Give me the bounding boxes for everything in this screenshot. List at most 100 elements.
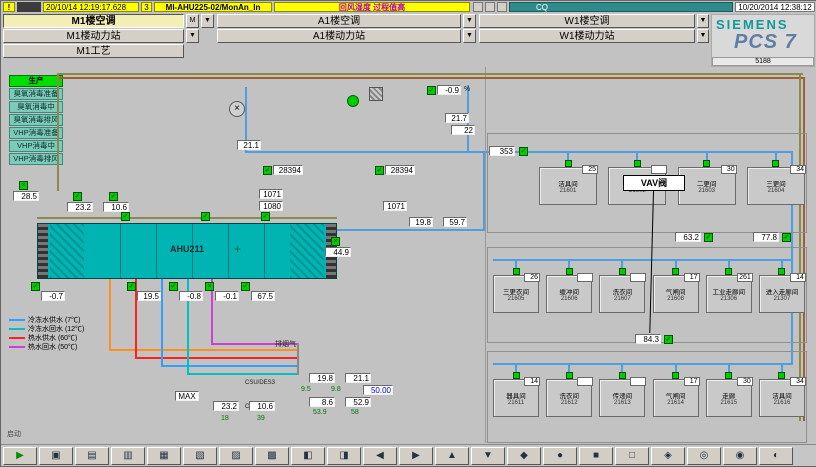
status-icon[interactable]: ✓ (169, 282, 178, 291)
room[interactable]: 14 进入走廊间 21307 (758, 260, 806, 313)
room[interactable]: 30 二更间 21603 (677, 152, 737, 205)
nav-m1-process-button[interactable]: M1工艺 (3, 44, 184, 58)
return-flow-readout[interactable]: 28394 (273, 165, 303, 175)
room[interactable]: 14 器具间 21611 (493, 364, 540, 417)
return-temp-readout[interactable]: 21.1 (237, 140, 261, 150)
toolbar-button[interactable]: ■ (579, 447, 613, 465)
status-icon[interactable]: ✓ (664, 335, 673, 344)
duct-humidity-readout[interactable]: 59.7 (443, 217, 467, 227)
status-icon[interactable]: ✓ (127, 282, 136, 291)
vav-damper-icon[interactable] (672, 268, 680, 275)
toolbar-button[interactable]: ▶ (3, 447, 37, 465)
mode-menu-item[interactable]: 臭氧消毒排风 (9, 114, 63, 126)
alarm-ack-button[interactable] (473, 2, 483, 12)
toolbar-button[interactable]: ▩ (255, 447, 289, 465)
status-icon[interactable]: × (205, 282, 214, 291)
water-temp-readout[interactable]: 10.6 (249, 401, 275, 411)
room[interactable]: 洗衣间 21607 (599, 260, 647, 313)
fan-speed-readout[interactable]: 1071 (259, 189, 283, 199)
vav-damper-icon[interactable] (778, 372, 786, 379)
status-icon[interactable]: ✓ (31, 282, 40, 291)
coil-temp-readout[interactable]: -0.1 (215, 291, 239, 301)
fan-speed-readout[interactable]: 1071 (383, 201, 407, 211)
supply-temp-readout[interactable]: 21.7 (445, 113, 469, 123)
alarm-horn-button[interactable] (485, 2, 495, 12)
room-flow-readout[interactable]: 14 (789, 273, 806, 282)
humidity-setpoint-input[interactable]: 50.00 (363, 385, 393, 395)
alarm-list-button[interactable] (497, 2, 507, 12)
room-flow-readout[interactable]: 30 (720, 165, 737, 174)
mode-menu-item[interactable]: VHP消毒排风 (9, 153, 63, 165)
nav-select-down-icon[interactable]: ▼ (463, 29, 476, 43)
status-icon[interactable]: ✓ (782, 233, 791, 242)
damper-status-icon[interactable]: ✓ (121, 212, 130, 221)
room-flow-readout[interactable]: 261 (736, 273, 753, 282)
status-icon[interactable]: ✓ (241, 282, 250, 291)
room[interactable]: 34 洁具间 21616 (758, 364, 806, 417)
room[interactable]: 17 气闸间 21614 (652, 364, 700, 417)
zone-humidity-readout[interactable]: 77.8 (753, 232, 779, 242)
mode-menu-item[interactable]: VHP消毒准备 (9, 127, 63, 139)
alarm-message[interactable]: 回风湿度 过程值高 (274, 2, 470, 12)
nav-a1-ac-button[interactable]: A1楼空调 (217, 14, 461, 28)
supply-flow-readout[interactable]: 28394 (385, 165, 415, 175)
duct-temp-readout[interactable]: 19.8 (409, 217, 433, 227)
nav-w1-ac-button[interactable]: W1楼空调 (479, 14, 695, 28)
coil-temp-readout[interactable]: 19.5 (137, 291, 161, 301)
room-flow-readout[interactable]: 30 (736, 377, 753, 386)
fan-icon[interactable]: × (229, 101, 245, 117)
status-icon[interactable]: ✓ (427, 86, 436, 95)
nav-select-down-icon[interactable]: ▼ (186, 29, 199, 43)
fan-speed-readout[interactable]: 1080 (259, 201, 283, 211)
toolbar-button[interactable]: ◀ (363, 447, 397, 465)
nav-w1-power-button[interactable]: W1楼动力站 (479, 29, 695, 43)
max-selector[interactable]: MAX (175, 391, 199, 401)
nav-select-down-icon[interactable]: ▼ (201, 14, 214, 28)
room[interactable]: 30 走廊 21615 (705, 364, 753, 417)
room-flow-readout[interactable] (630, 377, 647, 386)
room-flow-readout[interactable]: 17 (683, 377, 700, 386)
vav-damper-icon[interactable] (672, 372, 680, 379)
coil-temp-readout[interactable]: -0.7 (41, 291, 65, 301)
damper-status-icon[interactable]: ✓ (201, 212, 210, 221)
fault-status-icon[interactable]: × (19, 181, 28, 190)
vav-damper-icon[interactable] (703, 160, 711, 167)
vav-damper-readout[interactable]: 84.3 (635, 334, 661, 344)
nav-select-down-icon[interactable]: ▼ (463, 14, 476, 28)
vav-damper-icon[interactable] (512, 268, 520, 275)
room-flow-readout[interactable]: 26 (524, 273, 540, 282)
nav-mini-m-button[interactable]: M (186, 14, 199, 28)
toolbar-button[interactable]: ◆ (507, 447, 541, 465)
mode-menu-item[interactable]: 臭氧消毒中 (9, 101, 63, 113)
room-flow-readout[interactable]: 34 (789, 377, 806, 386)
toolbar-button[interactable]: ◐ (759, 447, 793, 465)
toolbar-button[interactable]: ◎ (687, 447, 721, 465)
vav-damper-icon[interactable] (778, 268, 786, 275)
flow-status-icon[interactable]: ✓ (375, 166, 384, 175)
branch-flow-readout[interactable]: 353 (489, 146, 515, 156)
vav-damper-icon[interactable] (564, 160, 572, 167)
room[interactable]: 传递间 21613 (599, 364, 647, 417)
toolbar-button[interactable]: ▶ (399, 447, 433, 465)
room[interactable]: 26 三更衣间 21605 (493, 260, 540, 313)
toolbar-button[interactable]: ◨ (327, 447, 361, 465)
room-flow-readout[interactable]: 14 (524, 377, 540, 386)
supply-temp2-readout[interactable]: 22 (451, 125, 475, 135)
room[interactable]: 17 气闸间 21608 (652, 260, 700, 313)
vav-damper-icon[interactable] (618, 268, 626, 275)
toolbar-button[interactable]: ◉ (723, 447, 757, 465)
preheat-temp2-readout[interactable]: 10.6 (103, 202, 129, 212)
room-flow-readout[interactable] (630, 273, 647, 282)
fresh-air-humidity-readout[interactable]: 28.5 (13, 191, 39, 201)
toolbar-button[interactable]: ▲ (435, 447, 469, 465)
heat-exchanger-icon[interactable] (369, 87, 383, 101)
vav-damper-icon[interactable] (725, 372, 733, 379)
status-icon[interactable]: ✓ (73, 192, 82, 201)
nav-m1-ac-button[interactable]: M1楼空调 (3, 14, 184, 28)
room-flow-readout[interactable]: 34 (789, 165, 806, 174)
flow-status-icon[interactable]: ✓ (263, 166, 272, 175)
room-flow-readout[interactable] (577, 377, 594, 386)
mix-temp-readout[interactable]: 44.9 (325, 247, 351, 257)
toolbar-button[interactable]: ▤ (75, 447, 109, 465)
room-temp-readout[interactable]: 21.1 (345, 373, 371, 383)
